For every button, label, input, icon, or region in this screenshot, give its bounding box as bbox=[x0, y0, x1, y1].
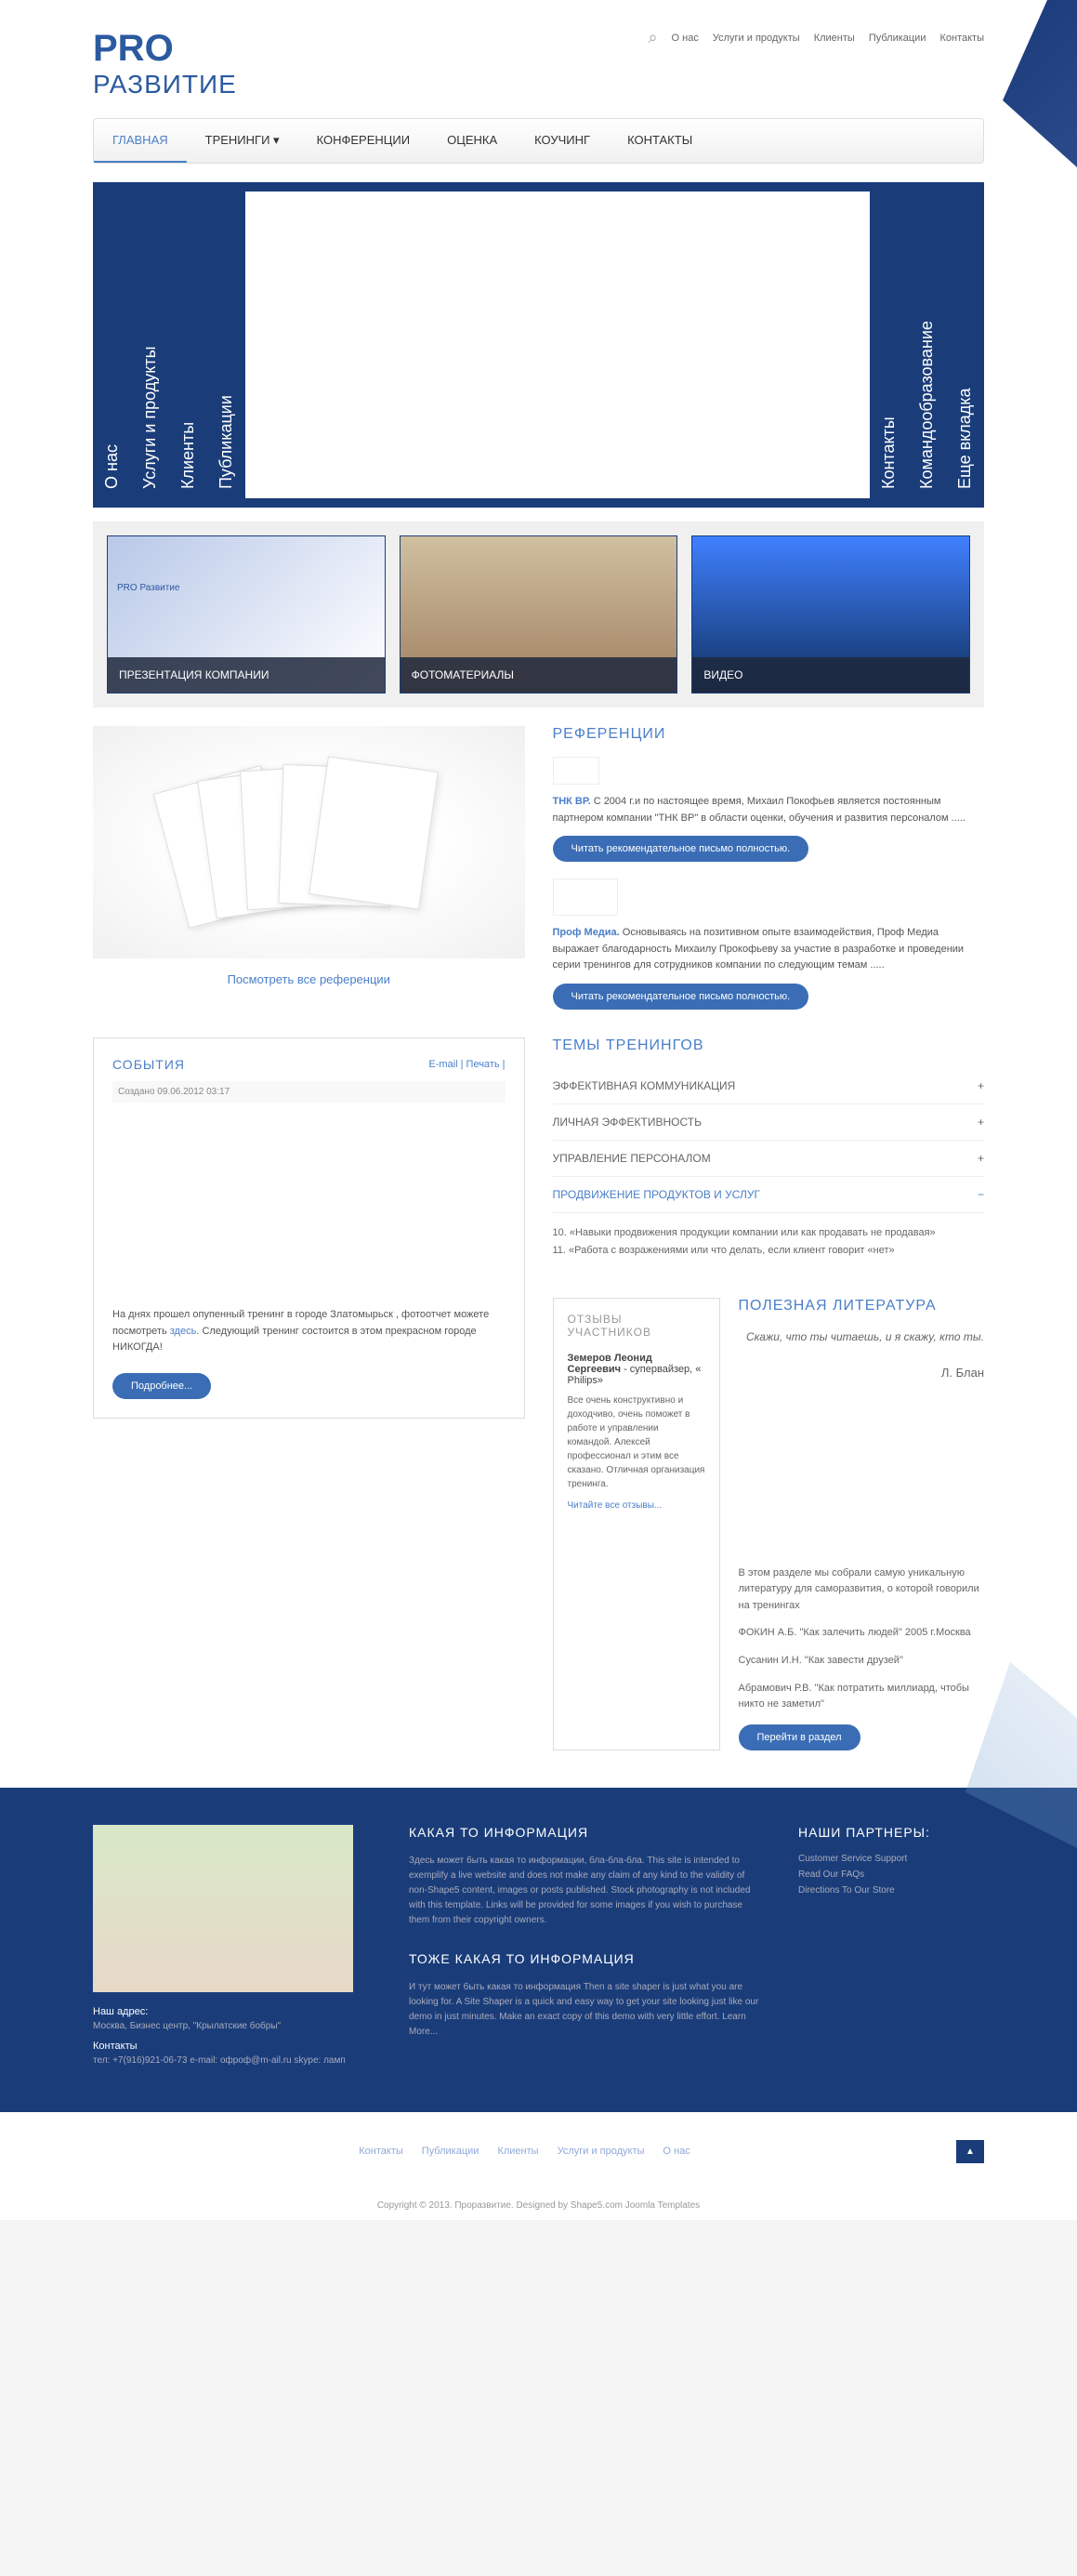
nav-coaching[interactable]: КОУЧИНГ bbox=[516, 119, 609, 163]
literature-quote: Скажи, что ты читаешь, и я скажу, кто ты… bbox=[739, 1328, 985, 1346]
all-references-link[interactable]: Посмотреть все референции bbox=[93, 958, 525, 1000]
footer-info1-text: Здесь может быть какая то информации, бл… bbox=[409, 1854, 761, 1928]
plus-icon: + bbox=[978, 1152, 984, 1165]
accordion-communication[interactable]: ЭФФЕКТИВНАЯ КОММУНИКАЦИЯ+ bbox=[553, 1068, 985, 1104]
accordion-personnel[interactable]: УПРАВЛЕНИЕ ПЕРСОНАЛОМ+ bbox=[553, 1141, 985, 1177]
partner-link-3[interactable]: Directions To Our Store bbox=[798, 1885, 984, 1896]
hero-tab-publications[interactable]: Публикации bbox=[207, 182, 245, 508]
events-title: СОБЫТИЯ bbox=[112, 1057, 185, 1072]
bottom-nav-about[interactable]: О нас bbox=[663, 2146, 690, 2157]
events-more-button[interactable]: Подробнее... bbox=[112, 1373, 211, 1399]
accordion-efficiency[interactable]: ЛИЧНАЯ ЭФФЕКТИВНОСТЬ+ bbox=[553, 1104, 985, 1141]
event-date: Создано 09.06.2012 03:17 bbox=[112, 1081, 506, 1103]
hero-tab-team[interactable]: Командообразование bbox=[908, 182, 946, 508]
book-3: Абрамович Р.В. "Как потратить миллиард, … bbox=[739, 1681, 985, 1713]
address-label: Наш адрес: bbox=[93, 2006, 372, 2017]
tnk-bp-logo bbox=[553, 757, 599, 785]
feedback-box: ОТЗЫВЫ УЧАСТНИКОВ Земеров Леонид Сергеев… bbox=[553, 1298, 720, 1750]
hero-tab-clients[interactable]: Клиенты bbox=[169, 182, 207, 508]
plus-icon: + bbox=[978, 1116, 984, 1129]
nav-evaluation[interactable]: ОЦЕНКА bbox=[428, 119, 516, 163]
address: Москва, Бизнес центр, "Крылатские бобры" bbox=[93, 2021, 372, 2031]
hero-content bbox=[245, 192, 870, 498]
bottom-nav-contacts[interactable]: Контакты bbox=[359, 2146, 403, 2157]
accordion-content: 10. «Навыки продвижения продукции компан… bbox=[553, 1213, 985, 1270]
literature-title: ПОЛЕЗНАЯ ЛИТЕРАТУРА bbox=[739, 1298, 985, 1314]
main-nav: ГЛАВНАЯ ТРЕНИНГИ ▾ КОНФЕРЕНЦИИ ОЦЕНКА КО… bbox=[93, 118, 984, 164]
card-photos[interactable]: ФОТОМАТЕРИАЛЫ bbox=[400, 535, 678, 694]
hero-tab-more[interactable]: Еще вкладка bbox=[946, 182, 984, 508]
hero-tab-contacts[interactable]: Контакты bbox=[870, 182, 908, 508]
hero-tabs: О нас Услуги и продукты Клиенты Публикац… bbox=[93, 182, 984, 508]
references-title: РЕФЕРЕНЦИИ bbox=[553, 726, 985, 743]
event-text: На днях прошел опупенный тренинг в город… bbox=[112, 1307, 506, 1356]
nav-contacts[interactable]: КОНТАКТЫ bbox=[609, 119, 711, 163]
logo[interactable]: PRO РАЗВИТИЕ bbox=[93, 28, 237, 99]
trainings-title: ТЕМЫ ТРЕНИНГОВ bbox=[553, 1037, 985, 1054]
hero-tab-services[interactable]: Услуги и продукты bbox=[131, 182, 169, 508]
events-print-link[interactable]: Печать bbox=[466, 1059, 500, 1070]
bottom-nav-clients[interactable]: Клиенты bbox=[497, 2146, 538, 2157]
card-video[interactable]: ВИДЕО bbox=[691, 535, 970, 694]
bottom-nav-publications[interactable]: Публикации bbox=[422, 2146, 479, 2157]
topnav-about[interactable]: О нас bbox=[672, 33, 699, 44]
plus-icon: + bbox=[978, 1079, 984, 1092]
search-icon[interactable]: ⌕ bbox=[648, 28, 657, 47]
quote-author: Л. Блан bbox=[739, 1366, 985, 1380]
minus-icon: − bbox=[978, 1188, 984, 1201]
hero-tab-about[interactable]: О нас bbox=[93, 182, 131, 508]
topnav-contacts[interactable]: Контакты bbox=[939, 33, 984, 44]
events-email-link[interactable]: E-mail bbox=[428, 1059, 457, 1070]
all-feedback-link[interactable]: Читайте все отзывы... bbox=[568, 1500, 705, 1511]
topnav-services[interactable]: Услуги и продукты bbox=[713, 33, 800, 44]
partner-link-2[interactable]: Read Our FAQs bbox=[798, 1869, 984, 1880]
nav-conferences[interactable]: КОНФЕРЕНЦИИ bbox=[298, 119, 429, 163]
book-1: ФОКИН А.Б. "Как залечить людей" 2005 г.М… bbox=[739, 1625, 985, 1642]
accordion-products[interactable]: ПРОДВИЖЕНИЕ ПРОДУКТОВ И УСЛУГ− bbox=[553, 1177, 985, 1213]
read-reference-1-button[interactable]: Читать рекомендательное письмо полностью… bbox=[553, 836, 809, 862]
events-box: СОБЫТИЯ E-mail | Печать | Создано 09.06.… bbox=[93, 1037, 525, 1419]
contacts-text: тел: +7(916)921-06-73 e-mail: офроф@m-ai… bbox=[93, 2055, 372, 2066]
copyright: Copyright © 2013. Проразвитие. Designed … bbox=[0, 2191, 1077, 2220]
references-image bbox=[93, 726, 525, 958]
scroll-top-button[interactable]: ▲ bbox=[956, 2140, 984, 2163]
bottom-nav-services[interactable]: Услуги и продукты bbox=[558, 2146, 645, 2157]
prof-media-logo bbox=[553, 878, 618, 916]
partners-title: НАШИ ПАРТНЕРЫ: bbox=[798, 1825, 984, 1840]
partner-link-1[interactable]: Customer Service Support bbox=[798, 1854, 984, 1864]
footer-info1-title: КАКАЯ ТО ИНФОРМАЦИЯ bbox=[409, 1825, 761, 1840]
book-2: Сусанин И.Н. "Как завести друзей" bbox=[739, 1653, 985, 1670]
footer-info2-title: ТОЖЕ КАКАЯ ТО ИНФОРМАЦИЯ bbox=[409, 1951, 761, 1966]
literature-button[interactable]: Перейти в раздел bbox=[739, 1724, 860, 1750]
topnav-publications[interactable]: Публикации bbox=[869, 33, 926, 44]
footer-map[interactable] bbox=[93, 1825, 353, 1992]
topnav-clients[interactable]: Клиенты bbox=[814, 33, 855, 44]
literature-intro: В этом разделе мы собрали самую уникальн… bbox=[739, 1565, 985, 1615]
read-reference-2-button[interactable]: Читать рекомендательное письмо полностью… bbox=[553, 984, 809, 1010]
event-here-link[interactable]: здесь bbox=[170, 1326, 197, 1337]
footer-info2-text: И тут может быть какая то информация The… bbox=[409, 1980, 761, 2040]
reference-item-2: Проф Медиа. Основываясь на позитивном оп… bbox=[553, 925, 985, 974]
card-presentation[interactable]: PRO Развитие ПРЕЗЕНТАЦИЯ КОМПАНИИ bbox=[107, 535, 386, 694]
nav-home[interactable]: ГЛАВНАЯ bbox=[94, 119, 187, 163]
nav-trainings[interactable]: ТРЕНИНГИ ▾ bbox=[187, 119, 298, 163]
reference-item-1: ТНК ВР. С 2004 г.и по настоящее время, М… bbox=[553, 794, 985, 826]
contacts-label: Контакты bbox=[93, 2041, 372, 2052]
